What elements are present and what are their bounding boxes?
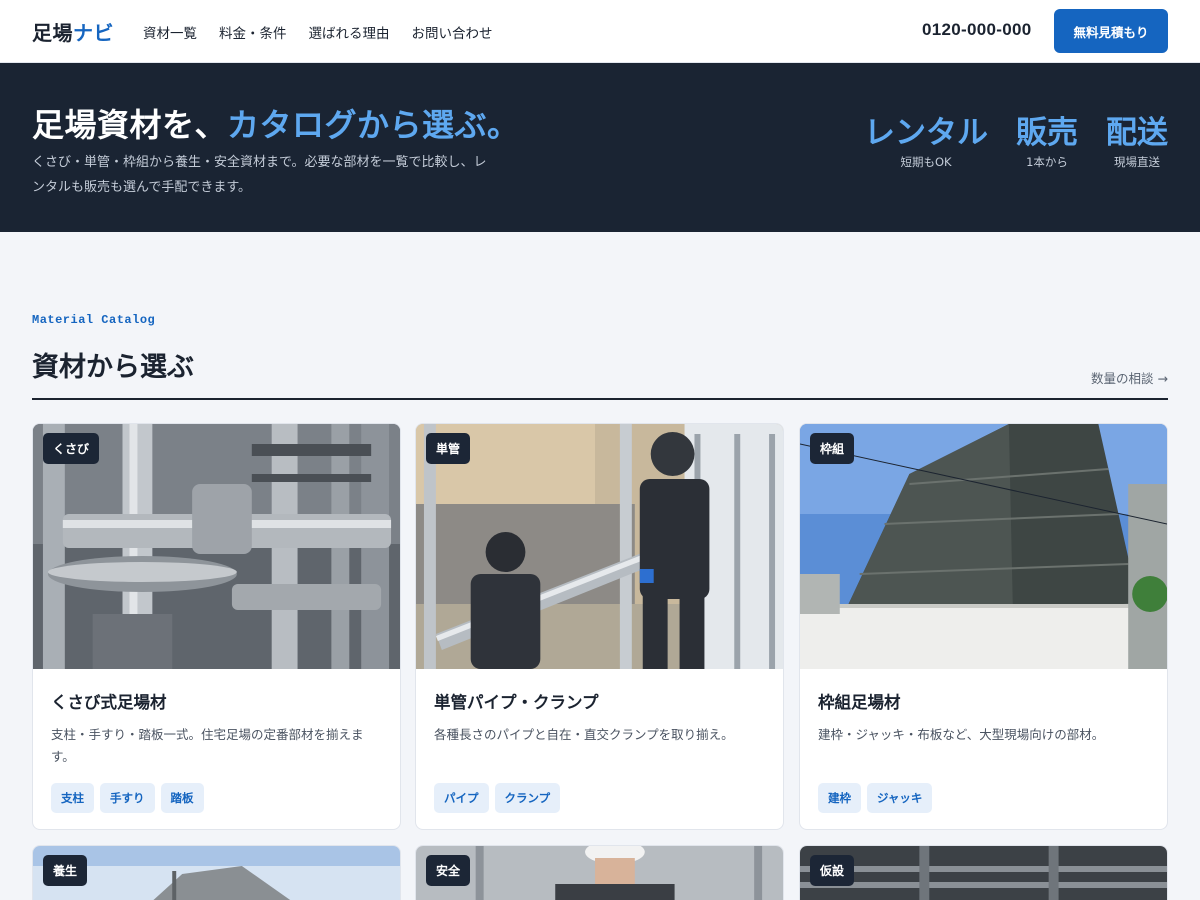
section-eyebrow: Material Catalog [32, 313, 156, 327]
card-tags: 建枠 ジャッキ [818, 783, 933, 813]
catalog-card-yojo[interactable]: 養生 [32, 845, 401, 900]
site-logo[interactable]: 足場ナビ [32, 17, 114, 46]
card-tags: 支柱 手すり 踏板 [51, 783, 204, 813]
category-badge: 単管 [426, 433, 471, 464]
stat-delivery: 配送 現場直送 [1106, 114, 1168, 170]
tag: 支柱 [51, 783, 94, 813]
card-title: 枠組足場材 [818, 693, 901, 712]
stat-label: 1本から [1026, 155, 1068, 169]
category-badge: 養生 [43, 855, 88, 886]
hero-title: 足場資材を、カタログから選ぶ。 [32, 100, 520, 146]
category-badge: くさび [43, 433, 100, 464]
hero-stats: レンタル 短期もOK 販売 1本から 配送 現場直送 [864, 114, 1168, 170]
section-divider [32, 398, 1168, 400]
nav-link-reasons[interactable]: 選ばれる理由 [309, 22, 390, 42]
category-badge: 仮設 [810, 855, 855, 886]
phone-number[interactable]: 0120-000-000 [922, 20, 1031, 40]
catalog-card-anzen[interactable]: 安全 [415, 845, 784, 900]
tag: パイプ [434, 783, 489, 813]
building-scaffold-photo [800, 424, 1167, 669]
card-image: 安全 [416, 846, 783, 900]
card-title: くさび式足場材 [51, 693, 167, 712]
card-tags: パイプ クランプ [434, 783, 561, 813]
catalog-card-wakugumi[interactable]: 枠組 枠組足場材 建枠・ジャッキ・布板など、大型現場向けの部材。 建枠 ジャッキ [799, 423, 1168, 830]
card-description: 支柱・手すり・踏板一式。住宅足場の定番部材を揃えます。 [51, 727, 364, 764]
stat-sales: 販売 1本から [1016, 114, 1078, 170]
card-description: 各種長さのパイプと自在・直交クランプを取り揃え。 [434, 727, 734, 742]
tag: ジャッキ [867, 783, 933, 813]
stat-value: レンタル [864, 115, 988, 151]
safety-worker-photo [416, 846, 783, 900]
stat-label: 現場直送 [1114, 155, 1160, 169]
stat-rental: レンタル 短期もOK [864, 114, 988, 170]
stat-label: 短期もOK [900, 155, 952, 169]
stat-value: 配送 [1106, 115, 1168, 151]
workers-pipe-photo [416, 424, 783, 669]
free-quote-button[interactable]: 無料見積もり [1054, 9, 1168, 53]
catalog-card-kusabi[interactable]: くさび くさび式足場材 支柱・手すり・踏板一式。住宅足場の定番部材を揃えます。 … [32, 423, 401, 830]
hero-title-highlight: カタログから選ぶ。 [227, 106, 520, 144]
card-description: 建枠・ジャッキ・布板など、大型現場向けの部材。 [818, 727, 1105, 742]
section-title: 資材から選ぶ [32, 352, 194, 383]
card-image: 枠組 [800, 424, 1167, 669]
card-image: くさび [33, 424, 400, 669]
card-image: 単管 [416, 424, 783, 669]
logo-accent-text: ナビ [73, 21, 114, 45]
hero-description: くさび・単管・枠組から養生・安全資材まで。必要な部材を一覧で比較し、レンタルも販… [32, 155, 487, 195]
nav-link-pricing[interactable]: 料金・条件 [219, 22, 287, 42]
card-image: 仮設 [800, 846, 1167, 900]
card-title: 単管パイプ・クランプ [434, 693, 599, 712]
stat-value: 販売 [1016, 115, 1078, 151]
curing-sheet-photo [33, 846, 400, 900]
hero-title-main: 足場資材を、 [32, 106, 228, 144]
logo-main-text: 足場 [32, 21, 73, 45]
main-nav: 資材一覧 料金・条件 選ばれる理由 お問い合わせ [143, 22, 493, 42]
hero-banner: 足場資材を、カタログから選ぶ。 くさび・単管・枠組から養生・安全資材まで。必要な… [0, 63, 1200, 232]
catalog-card-tankan[interactable]: 単管 単管パイプ・クランプ 各種長さのパイプと自在・直交クランプを取り揃え。 パ… [415, 423, 784, 830]
card-image: 養生 [33, 846, 400, 900]
catalog-card-kasetsu[interactable]: 仮設 [799, 845, 1168, 900]
nav-link-contact[interactable]: お問い合わせ [412, 22, 493, 42]
quantity-consult-link[interactable]: 数量の相談 → [1091, 368, 1168, 387]
tag: クランプ [494, 783, 561, 813]
category-badge: 安全 [426, 855, 471, 886]
tag: 踏板 [160, 783, 204, 813]
tag: 建枠 [818, 783, 861, 813]
tag: 手すり [100, 783, 155, 813]
site-header: 足場ナビ 資材一覧 料金・条件 選ばれる理由 お問い合わせ 0120-000-0… [0, 0, 1200, 63]
category-badge: 枠組 [810, 433, 855, 464]
nav-link-materials[interactable]: 資材一覧 [143, 22, 197, 42]
temporary-materials-photo [800, 846, 1167, 900]
